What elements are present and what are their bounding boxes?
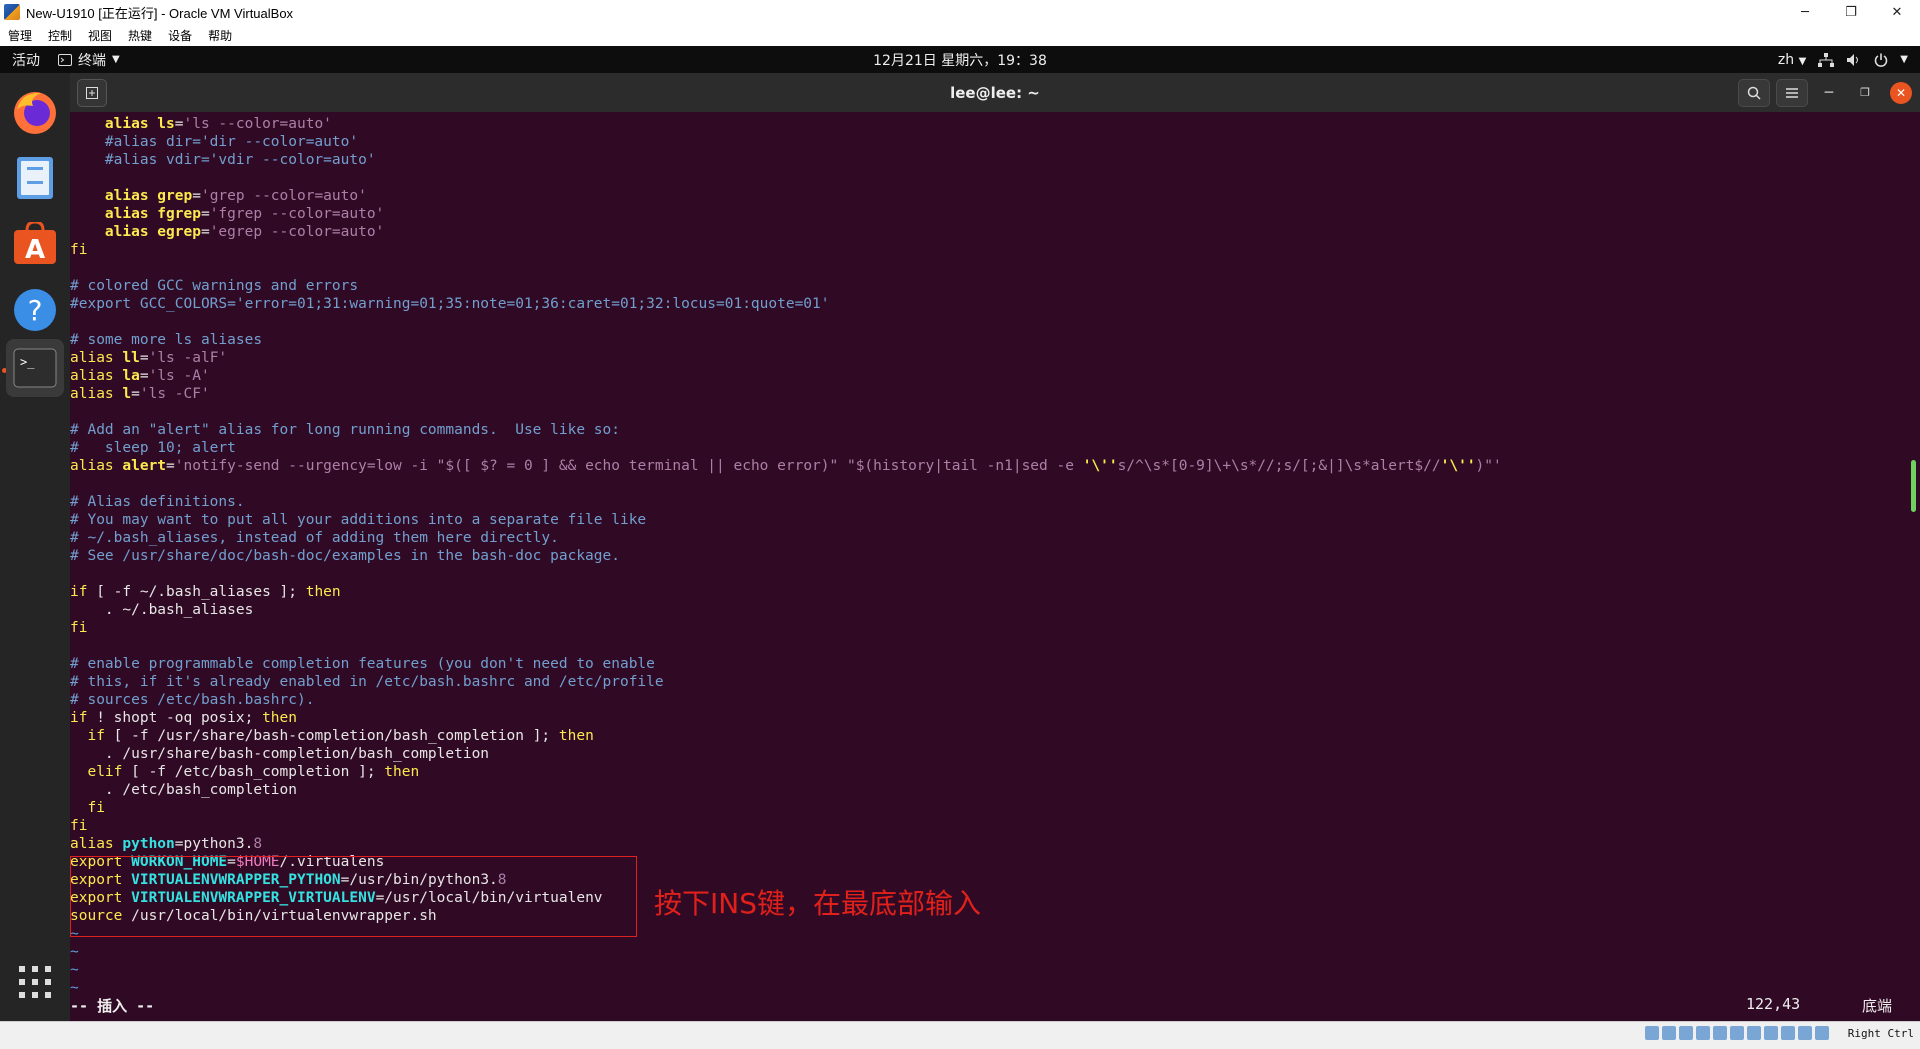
terminal-title: lee@lee: ~ [950, 83, 1040, 102]
cpu-icon[interactable] [1781, 1026, 1795, 1040]
dock: A ? >_ [0, 73, 70, 1021]
new-tab-button[interactable] [77, 78, 107, 107]
clock[interactable]: 12月21日 星期六，19：38 [873, 53, 1047, 69]
terminal-body[interactable]: alias ls='ls --color=auto' #alias dir='d… [70, 112, 1908, 1021]
network-icon[interactable] [1818, 52, 1835, 67]
svg-text:A: A [25, 235, 45, 265]
vim-mode: -- 插入 -- [70, 997, 155, 1015]
software-center-icon: A [14, 222, 56, 265]
dock-app-grid[interactable] [6, 953, 64, 1011]
restore-button[interactable]: ❐ [1828, 0, 1874, 24]
menu-hotkeys[interactable]: 热键 [120, 27, 160, 44]
virtualbox-logo-icon [4, 4, 20, 20]
restore-icon: ❐ [1860, 86, 1870, 99]
mouse-integration-icon[interactable] [1798, 1026, 1812, 1040]
usb-icon[interactable] [1713, 1026, 1727, 1040]
scrollbar-thumb[interactable] [1911, 460, 1916, 512]
chevron-down-icon: ▼ [112, 54, 120, 65]
keyboard-icon[interactable] [1815, 1026, 1829, 1040]
svg-text:>_: >_ [20, 355, 35, 369]
app-grid-icon [19, 966, 51, 998]
menu-devices[interactable]: 设备 [160, 27, 200, 44]
vbox-device-icons [1645, 1026, 1829, 1040]
dock-files[interactable] [6, 149, 64, 207]
volume-icon[interactable] [1846, 53, 1862, 67]
terminal-scrollbar[interactable] [1908, 112, 1920, 1021]
app-menu[interactable]: 终端 ▼ [52, 50, 126, 70]
shared-folder-icon[interactable] [1730, 1026, 1744, 1040]
lang-label: zh [1777, 51, 1795, 68]
vbox-statusbar: Right Ctrl [0, 1021, 1920, 1049]
chevron-down-icon: ▼ [1798, 55, 1807, 67]
highlight-box [70, 856, 637, 937]
terminal-icon: >_ [13, 348, 57, 388]
new-tab-icon [86, 86, 98, 99]
menu-help[interactable]: 帮助 [200, 27, 240, 44]
close-icon: ✕ [1895, 85, 1907, 100]
recording-icon[interactable] [1764, 1026, 1778, 1040]
minimize-button[interactable]: ─ [1782, 0, 1828, 24]
svg-text:?: ? [28, 294, 43, 327]
hamburger-menu-icon [1786, 87, 1798, 98]
files-icon [17, 157, 53, 199]
hdd-icon[interactable] [1645, 1026, 1659, 1040]
gnome-topbar: 活动 终端 ▼ 12月21日 星期六，19：38 zh ▼ ▼ [0, 46, 1920, 73]
search-button[interactable] [1738, 78, 1770, 107]
cursor-position: 122,43 [1746, 995, 1801, 1013]
host-key-label: Right Ctrl [1847, 1027, 1914, 1040]
close-button[interactable]: ✕ [1874, 0, 1920, 24]
search-icon [1747, 86, 1761, 100]
help-icon: ? [14, 289, 56, 331]
terminal-minimize-button[interactable]: ─ [1814, 80, 1844, 106]
menu-button[interactable] [1776, 78, 1808, 107]
display-icon[interactable] [1747, 1026, 1761, 1040]
terminal-headerbar: lee@lee: ~ ─ ❐ ✕ [70, 73, 1920, 112]
window-title: New-U1910 [正在运行] - Oracle VM VirtualBox [26, 5, 294, 21]
dock-help[interactable]: ? [6, 281, 64, 339]
dock-firefox[interactable] [6, 83, 64, 141]
annotation-text: 按下INS键，在最底部输入 [654, 887, 981, 920]
activities-button[interactable]: 活动 [0, 50, 52, 70]
menu-control[interactable]: 控制 [40, 27, 80, 44]
scroll-location: 底端 [1862, 997, 1893, 1015]
vbox-menubar: 管理 控制 视图 热键 设备 帮助 [0, 24, 1920, 47]
menu-manage[interactable]: 管理 [0, 27, 40, 44]
chevron-down-icon[interactable]: ▼ [1900, 54, 1908, 65]
terminal-maximize-button[interactable]: ❐ [1850, 80, 1880, 106]
dock-software[interactable]: A [6, 215, 64, 273]
vim-statusline: -- 插入 -- 122,43 底端 [70, 995, 1908, 1015]
app-menu-label: 终端 [78, 52, 106, 69]
terminal-small-icon [58, 53, 72, 66]
menu-view[interactable]: 视图 [80, 27, 120, 44]
minimize-icon: ─ [1824, 84, 1834, 101]
vbox-titlebar: New-U1910 [正在运行] - Oracle VM VirtualBox … [0, 0, 1920, 24]
power-icon[interactable] [1874, 53, 1888, 67]
firefox-icon [14, 92, 56, 134]
dock-terminal[interactable]: >_ [6, 339, 64, 397]
input-method-indicator[interactable]: zh ▼ [1778, 52, 1806, 68]
network-adapter-icon[interactable] [1696, 1026, 1710, 1040]
audio-icon[interactable] [1679, 1026, 1693, 1040]
optical-drive-icon[interactable] [1662, 1026, 1676, 1040]
terminal-close-button[interactable]: ✕ [1890, 81, 1912, 104]
